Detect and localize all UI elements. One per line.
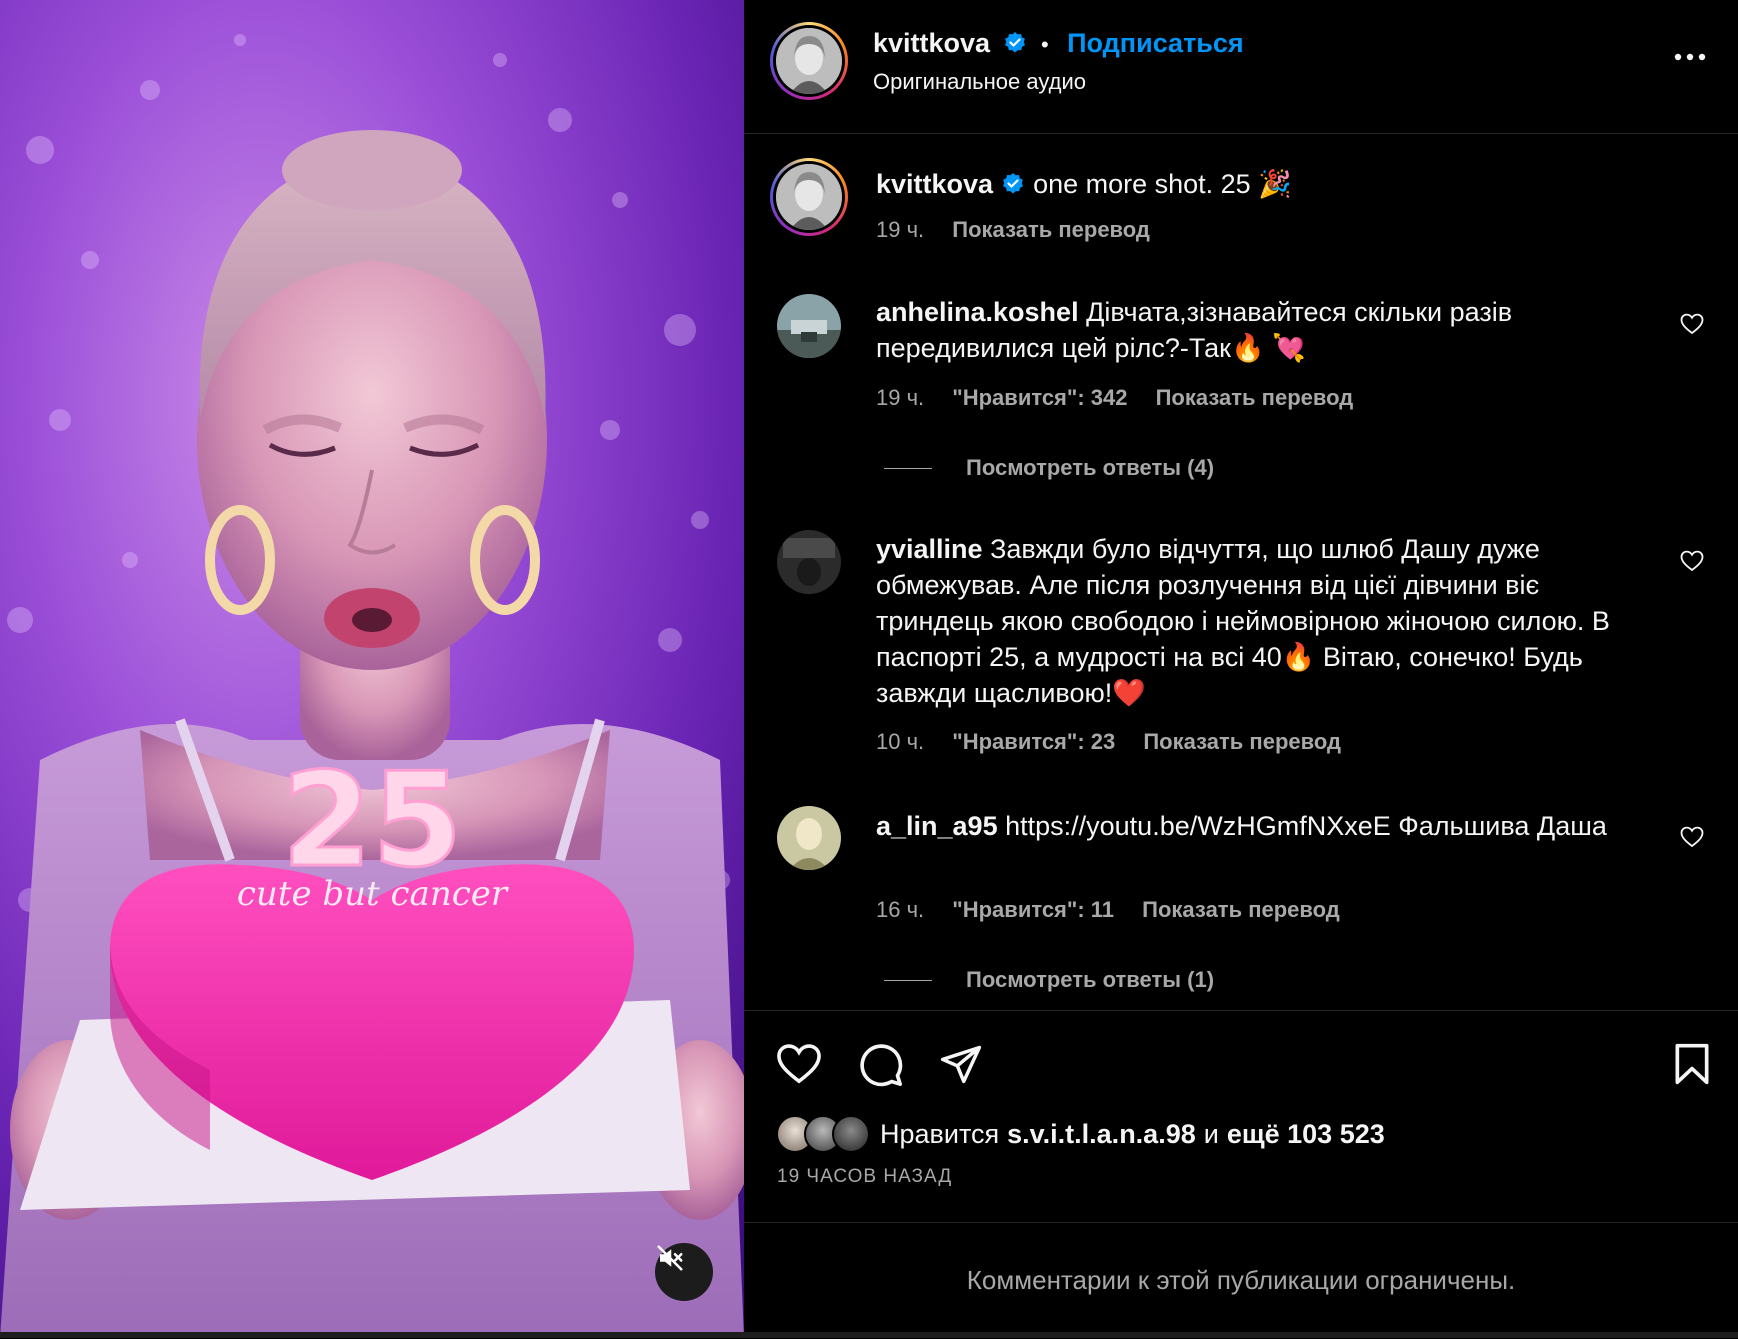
caption-text: one more shot. 25 🎉	[1033, 169, 1292, 199]
comment-avatar-image	[777, 530, 841, 594]
view-replies-button[interactable]: Посмотреть ответы (1)	[884, 967, 1214, 993]
comments-restricted-section: Комментарии к этой публикации ограничены…	[744, 1222, 1738, 1339]
bookmark-save-icon[interactable]	[1673, 1042, 1711, 1086]
candle-number: 25	[282, 744, 463, 896]
comment-meta: 19 ч. "Нравится": 342 Показать перевод	[876, 385, 1375, 411]
post-header: kvittkova • Подписаться Оригинальное ауд…	[744, 0, 1738, 134]
view-replies-label: Посмотреть ответы (1)	[966, 967, 1215, 992]
comment-translate-button[interactable]: Показать перевод	[1156, 385, 1354, 410]
comment-body: a_lin_a95 https://youtu.be/WzHGmfNXxeE Ф…	[876, 808, 1656, 844]
comment-body: yvialline Завжди було відчуття, що шлюб …	[876, 531, 1656, 711]
comment-likes-count[interactable]: "Нравится": 23	[952, 729, 1115, 754]
replies-divider	[884, 467, 932, 469]
likes-summary: Нравится s.v.i.t.l.a.n.a.98 и ещё 103 52…	[776, 1115, 1385, 1153]
caption-translate-button[interactable]: Показать перевод	[952, 217, 1150, 242]
comment-like-heart-icon[interactable]	[1680, 313, 1704, 335]
comment-likes-count[interactable]: "Нравится": 11	[952, 897, 1114, 922]
comment-username[interactable]: a_lin_a95	[876, 811, 998, 841]
liked-by-username[interactable]: s.v.i.t.l.a.n.a.98	[1007, 1119, 1196, 1150]
comment-likes-count[interactable]: "Нравится": 342	[952, 385, 1127, 410]
comment-body: anhelina.koshel Дівчата,зізнавайтеся скі…	[876, 294, 1656, 366]
caption-author-avatar[interactable]	[770, 158, 848, 236]
comment-avatar[interactable]	[777, 806, 841, 870]
comment-time[interactable]: 19 ч.	[876, 385, 924, 410]
comments-restricted-notice: Комментарии к этой публикации ограничены…	[966, 1265, 1516, 1295]
comment-translate-button[interactable]: Показать перевод	[1143, 729, 1341, 754]
caption-time[interactable]: 19 ч.	[876, 217, 924, 242]
author-avatar-image	[776, 28, 842, 94]
header-username[interactable]: kvittkova	[873, 28, 990, 58]
liker-avatar[interactable]	[832, 1115, 870, 1153]
follow-button[interactable]: Подписаться	[1067, 28, 1244, 58]
comment-like-heart-icon[interactable]	[1680, 826, 1704, 848]
comment-username[interactable]: yvialline	[876, 534, 983, 564]
verified-badge-icon	[1003, 173, 1024, 194]
comment-avatar[interactable]	[777, 294, 841, 358]
view-replies-button[interactable]: Посмотреть ответы (4)	[884, 455, 1214, 481]
share-send-icon[interactable]	[938, 1042, 984, 1086]
likes-others-count[interactable]: ещё 103 523	[1227, 1119, 1385, 1150]
author-avatar[interactable]	[770, 22, 848, 100]
header-dot: •	[1040, 32, 1049, 57]
mute-toggle-button[interactable]	[655, 1243, 713, 1301]
caption: kvittkova one more shot. 25 🎉	[876, 166, 1656, 202]
comment-text: Завжди було відчуття, що шлюб Дашу дуже …	[876, 534, 1610, 708]
replies-divider	[884, 979, 932, 981]
like-heart-icon[interactable]	[776, 1043, 822, 1085]
caption-meta: 19 ч. Показать перевод	[876, 217, 1172, 243]
verified-badge-icon	[1004, 32, 1025, 53]
comment-meta: 10 ч. "Нравится": 23 Показать перевод	[876, 729, 1363, 755]
comment-translate-button[interactable]: Показать перевод	[1142, 897, 1340, 922]
liked-by-avatars	[776, 1115, 870, 1153]
view-replies-label: Посмотреть ответы (4)	[966, 455, 1215, 480]
comment-meta: 16 ч. "Нравится": 11 Показать перевод	[876, 897, 1362, 923]
caption-avatar-image	[776, 164, 842, 230]
likes-and: и	[1203, 1118, 1219, 1149]
caption-username[interactable]: kvittkova	[876, 169, 993, 199]
comment-avatar[interactable]	[777, 530, 841, 594]
comment-avatar-image	[777, 294, 841, 358]
more-horizontal-icon[interactable]	[1674, 52, 1706, 62]
comment-time[interactable]: 16 ч.	[876, 897, 924, 922]
comment-like-heart-icon[interactable]	[1680, 550, 1704, 572]
page-bottom-strip	[0, 1332, 1738, 1338]
comment-text: https://youtu.be/WzHGmfNXxeE Фальшива Да…	[1005, 811, 1607, 841]
comment-username[interactable]: anhelina.koshel	[876, 297, 1079, 327]
post-panel: kvittkova • Подписаться Оригинальное ауд…	[744, 0, 1738, 1338]
reel-video[interactable]: cute but cancer 25	[0, 0, 744, 1338]
comment-bubble-icon[interactable]	[858, 1042, 904, 1088]
comment-time[interactable]: 10 ч.	[876, 729, 924, 754]
comment-avatar-image	[777, 806, 841, 870]
likes-prefix: Нравится	[880, 1118, 1000, 1149]
original-audio-link[interactable]: Оригинальное аудио	[873, 69, 1086, 95]
speaker-muted-icon	[657, 1245, 683, 1271]
post-timestamp[interactable]: 19 ЧАСОВ НАЗАД	[777, 1166, 952, 1188]
reel-frame-illustration: cute but cancer 25	[0, 0, 744, 1338]
